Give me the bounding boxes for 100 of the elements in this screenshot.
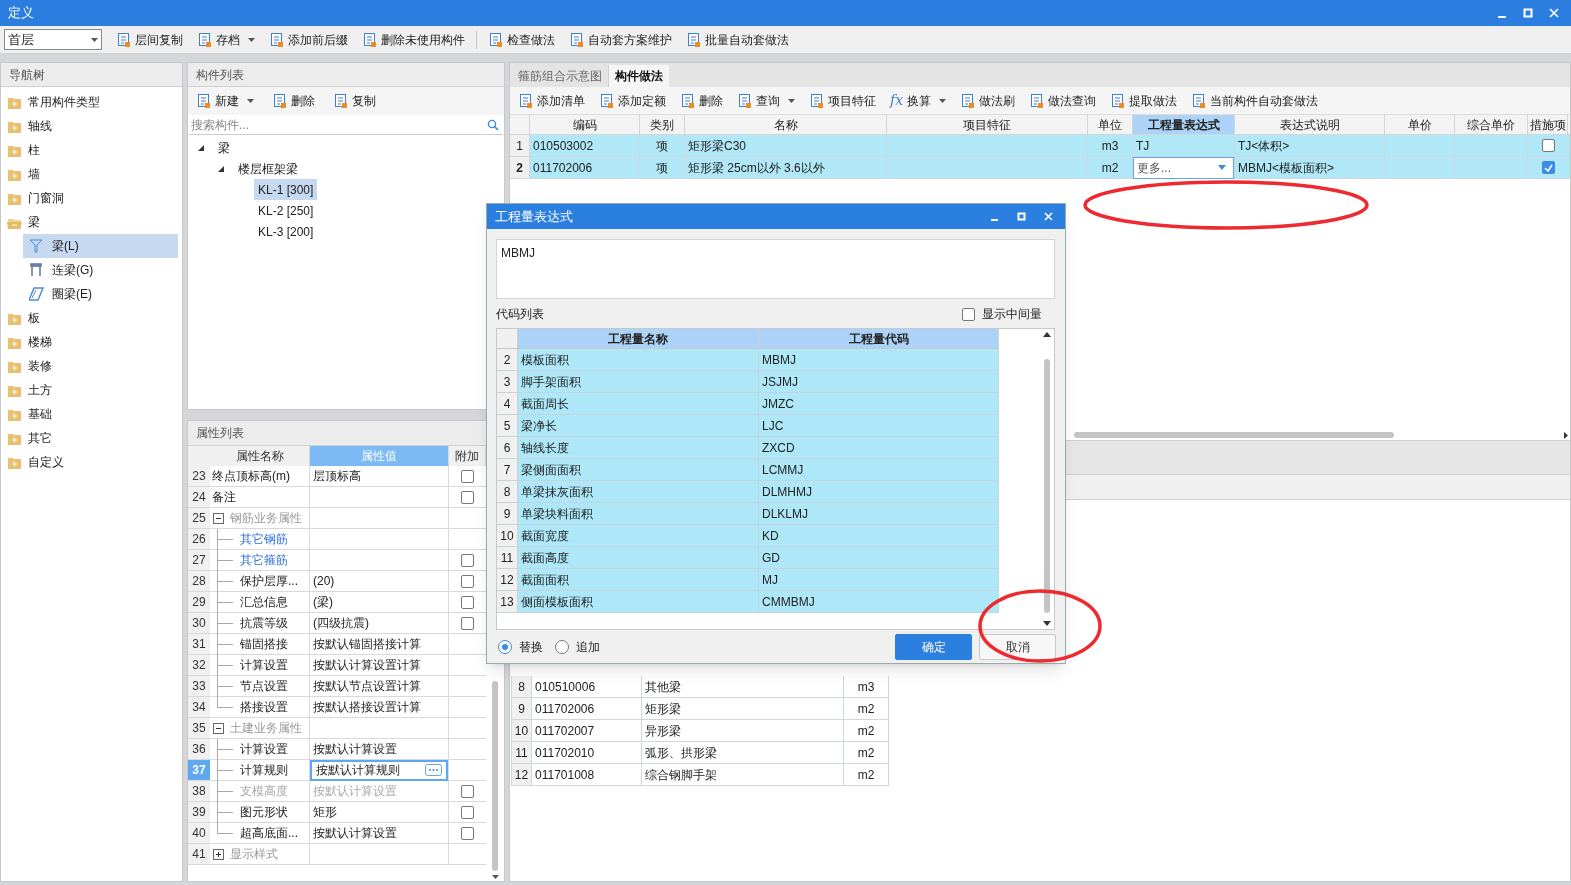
table-row[interactable]: 1 010503002 项 矩形梁C30 m3 TJ TJ<体积>	[510, 135, 1570, 157]
nav-item[interactable]: 装修	[5, 354, 178, 378]
checkbox[interactable]	[461, 469, 474, 483]
tree-item[interactable]: 梁	[214, 137, 234, 158]
column-header[interactable]: 措施项	[1528, 115, 1568, 134]
nav-item[interactable]: 基础	[5, 402, 178, 426]
radio-button[interactable]	[555, 640, 569, 654]
nav-item[interactable]: 其它	[5, 426, 178, 450]
toolbar-button[interactable]: 删除未使用构件	[356, 27, 471, 52]
checkbox[interactable]	[461, 805, 474, 819]
toolbar-button[interactable]: 添加前后缀	[263, 27, 354, 52]
table-cell[interactable]: MJ	[759, 569, 999, 590]
tree-item[interactable]: KL-2 [250]	[254, 200, 318, 221]
table-cell[interactable]: 截面周长	[518, 393, 759, 414]
table-cell[interactable]: JSJMJ	[759, 371, 999, 392]
toolbar-button[interactable]: 复制	[327, 89, 382, 113]
scrollbar-thumb[interactable]	[1074, 432, 1394, 438]
nav-item[interactable]: 土方	[5, 378, 178, 402]
property-link[interactable]: 其它箍筋	[240, 551, 288, 569]
toolbar-button[interactable]: 提取做法	[1104, 88, 1184, 113]
column-header[interactable]: 工程量名称	[518, 329, 759, 348]
toolbar-button[interactable]: 项目特征	[803, 88, 882, 113]
toolbar-button[interactable]: 层间复制	[110, 27, 189, 52]
column-header[interactable]: 综合单价	[1455, 115, 1528, 134]
radio-button[interactable]	[498, 640, 512, 654]
table-cell[interactable]: 单梁块料面积	[518, 503, 759, 524]
checkbox[interactable]	[461, 490, 474, 504]
toolbar-button[interactable]: 添加清单	[512, 88, 591, 113]
column-header[interactable]: 表达式说明	[1235, 115, 1385, 134]
table-cell[interactable]: GD	[759, 547, 999, 568]
cancel-button[interactable]: 取消	[979, 634, 1056, 660]
nav-item[interactable]: 轴线	[5, 114, 178, 138]
checkbox[interactable]	[461, 595, 474, 609]
toolbar-button[interactable]: 查询	[731, 88, 801, 113]
toolbar-button[interactable]: 新建	[190, 89, 260, 113]
column-header[interactable]: 编码	[530, 115, 640, 134]
table-cell[interactable]: 单梁抹灰面积	[518, 481, 759, 502]
nav-item[interactable]: 自定义	[5, 450, 178, 474]
table-cell[interactable]: DLKLMJ	[759, 503, 999, 524]
column-header[interactable]: 工程量表达式	[1133, 115, 1235, 134]
value-field[interactable]: 按默认计算规则	[310, 759, 448, 781]
tree-item[interactable]: 楼层框架梁	[234, 158, 302, 179]
nav-item[interactable]: 楼梯	[5, 330, 178, 354]
toolbar-button[interactable]: 添加定额	[593, 88, 672, 113]
table-cell[interactable]: 梁净长	[518, 415, 759, 436]
scrollbar-thumb[interactable]	[1044, 359, 1050, 613]
table-cell[interactable]: LCMMJ	[759, 459, 999, 480]
checkbox[interactable]	[962, 307, 975, 321]
nav-item[interactable]: 墙	[5, 162, 178, 186]
table-cell[interactable]: 侧面模板面积	[518, 591, 759, 612]
checkbox[interactable]	[1541, 139, 1555, 152]
expression-field[interactable]: MBMJ	[496, 239, 1055, 299]
table-cell[interactable]: JMZC	[759, 393, 999, 414]
nav-item[interactable]: 常用构件类型	[5, 90, 178, 114]
ok-button[interactable]: 确定	[895, 634, 972, 660]
toolbar-button[interactable]: 检查做法	[482, 27, 561, 52]
nav-item[interactable]: 门窗洞	[5, 186, 178, 210]
checkbox[interactable]	[461, 826, 474, 840]
table-cell[interactable]: 梁侧面面积	[518, 459, 759, 480]
toolbar-button[interactable]: 做法刷	[954, 88, 1022, 113]
column-header[interactable]: 工程量代码	[759, 329, 999, 348]
table-cell[interactable]: DLMHMJ	[759, 481, 999, 502]
table-cell[interactable]: KD	[759, 525, 999, 546]
toolbar-button[interactable]: 批量自动套做法	[680, 27, 795, 52]
toolbar-button[interactable]: 存档	[191, 27, 261, 52]
table-cell[interactable]: 模板面积	[518, 349, 759, 370]
toolbar-button[interactable]: 删除	[266, 89, 321, 113]
checkbox[interactable]	[461, 616, 474, 630]
column-header[interactable]: 项目特征	[887, 115, 1088, 134]
column-header[interactable]: 名称	[685, 115, 887, 134]
toolbar-button[interactable]: 当前构件自动套做法	[1185, 88, 1325, 113]
table-cell[interactable]: CMMBMJ	[759, 591, 999, 612]
table-cell[interactable]: MBMJ	[759, 349, 999, 370]
nav-item[interactable]: 板	[5, 306, 178, 330]
table-row[interactable]: 2 011702006 项 矩形梁 25cm以外 3.6以外 m2 更多... MBMJ<模板面积>	[510, 157, 1570, 179]
checkbox[interactable]	[461, 574, 474, 588]
column-header[interactable]: 类别	[640, 115, 685, 134]
column-header[interactable]: 单价	[1385, 115, 1455, 134]
tree-item[interactable]: KL-1 [300]	[254, 179, 318, 200]
tree-item[interactable]: KL-3 [200]	[254, 221, 318, 242]
nav-item[interactable]: 连梁(G)	[23, 258, 178, 282]
nav-item[interactable]: 圈梁(E)	[23, 282, 178, 306]
scrollbar-thumb[interactable]	[492, 681, 498, 871]
table-cell[interactable]: LJC	[759, 415, 999, 436]
property-link[interactable]: 其它钢筋	[240, 530, 288, 548]
table-cell[interactable]: 脚手架面积	[518, 371, 759, 392]
nav-item[interactable]: 梁(L)	[23, 234, 178, 258]
table-cell[interactable]: 截面面积	[518, 569, 759, 590]
table-cell[interactable]: 截面宽度	[518, 525, 759, 546]
toolbar-button[interactable]: 自动套方案维护	[563, 27, 678, 52]
toolbar-button[interactable]: 删除	[674, 88, 729, 113]
toolbar-button[interactable]: fx 换算	[884, 88, 953, 113]
table-cell[interactable]: ZXCD	[759, 437, 999, 458]
expression-dropdown[interactable]: 更多...	[1133, 156, 1234, 179]
table-cell[interactable]: 轴线长度	[518, 437, 759, 458]
nav-item[interactable]: 柱	[5, 138, 178, 162]
table-cell[interactable]: 截面高度	[518, 547, 759, 568]
floor-select[interactable]: 首层	[4, 29, 102, 50]
toolbar-button[interactable]: 做法查询	[1023, 88, 1103, 113]
nav-item[interactable]: 梁	[5, 210, 178, 234]
